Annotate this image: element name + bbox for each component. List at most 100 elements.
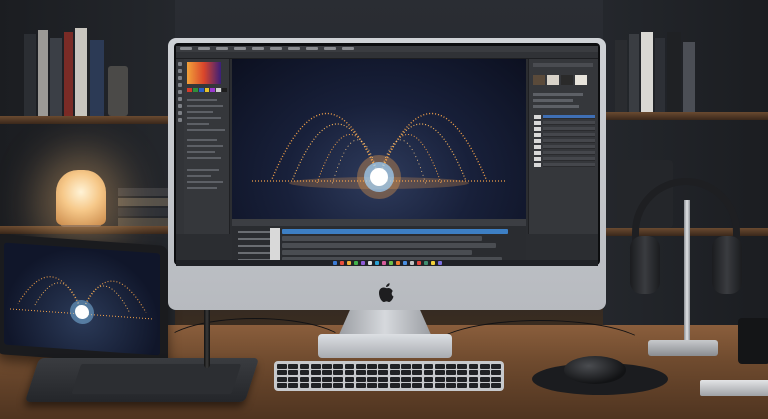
color-swatch[interactable]: [216, 88, 222, 92]
keyboard-key[interactable]: [412, 383, 423, 388]
taskbar-app-icon[interactable]: [409, 261, 414, 265]
keyboard-key[interactable]: [423, 370, 434, 376]
keyboard-key[interactable]: [322, 370, 332, 376]
keyboard-key[interactable]: [333, 383, 344, 388]
mouse[interactable]: [564, 356, 626, 384]
keyboard-key[interactable]: [468, 383, 479, 388]
keyboard-key[interactable]: [277, 376, 287, 382]
color-swatch[interactable]: [198, 88, 204, 92]
property-row[interactable]: [187, 105, 223, 107]
move-tool-icon[interactable]: [178, 62, 182, 66]
keyboard-key[interactable]: [333, 376, 344, 382]
text-tool-icon[interactable]: [178, 104, 182, 108]
keyboard-key[interactable]: [299, 370, 310, 376]
timeline-track[interactable]: [282, 236, 482, 241]
keyboard-key[interactable]: [378, 364, 389, 369]
keyboard-key[interactable]: [355, 370, 366, 376]
color-swatch[interactable]: [222, 88, 228, 92]
os-taskbar[interactable]: [176, 260, 598, 266]
keyboard-key[interactable]: [288, 370, 299, 376]
keyboard-key[interactable]: [310, 364, 321, 369]
keyboard-key[interactable]: [367, 364, 377, 369]
keyboard-key[interactable]: [434, 364, 445, 369]
keyboard-key[interactable]: [457, 364, 468, 369]
tool-strip[interactable]: [176, 59, 184, 234]
keyboard-key[interactable]: [378, 370, 389, 376]
keyboard-key[interactable]: [389, 383, 400, 388]
keyboard-key[interactable]: [344, 364, 355, 369]
keyboard-key[interactable]: [434, 370, 445, 376]
keyboard-key[interactable]: [401, 370, 411, 376]
color-swatch[interactable]: [187, 88, 192, 92]
property-row[interactable]: [187, 145, 223, 147]
keyboard-key[interactable]: [344, 383, 355, 388]
layer-row[interactable]: [534, 115, 595, 119]
keyboard-key[interactable]: [389, 364, 400, 369]
keyboard-key[interactable]: [446, 376, 456, 382]
keyboard-key[interactable]: [423, 376, 434, 382]
timeline-track[interactable]: [282, 250, 472, 255]
keyboard-key[interactable]: [434, 376, 445, 382]
menu-item[interactable]: [234, 47, 246, 50]
property-row[interactable]: [187, 117, 221, 119]
color-swatch[interactable]: [192, 88, 198, 92]
options-bar[interactable]: [176, 52, 598, 59]
menu-item[interactable]: [342, 47, 354, 50]
preset-thumbnail[interactable]: [547, 75, 559, 85]
eraser-tool-icon[interactable]: [178, 97, 182, 101]
drawing-pad[interactable]: [24, 358, 260, 402]
keyboard-key[interactable]: [344, 376, 355, 382]
keyboard-key[interactable]: [434, 383, 445, 388]
taskbar-app-icon[interactable]: [437, 261, 442, 265]
keyboard-key[interactable]: [479, 370, 490, 376]
keyboard-key[interactable]: [401, 364, 411, 369]
keyboard-key[interactable]: [423, 364, 434, 369]
render-canvas[interactable]: [232, 59, 526, 219]
property-row[interactable]: [187, 129, 225, 131]
keyboard-key[interactable]: [389, 370, 400, 376]
property-row[interactable]: [187, 169, 219, 171]
keyboard-key[interactable]: [310, 383, 321, 388]
keyboard-key[interactable]: [468, 364, 479, 369]
keyboard[interactable]: [274, 361, 504, 391]
keyboard-key[interactable]: [355, 364, 366, 369]
taskbar-app-icon[interactable]: [402, 261, 407, 265]
select-tool-icon[interactable]: [178, 69, 182, 73]
keyboard-key[interactable]: [412, 376, 423, 382]
menu-item[interactable]: [324, 47, 336, 50]
keyboard-key[interactable]: [299, 383, 310, 388]
keyboard-key[interactable]: [389, 376, 400, 382]
keyboard-key[interactable]: [378, 376, 389, 382]
taskbar-app-icon[interactable]: [430, 261, 435, 265]
timeline-track[interactable]: [282, 243, 496, 248]
taskbar-app-icon[interactable]: [353, 261, 358, 265]
keyboard-key[interactable]: [333, 364, 344, 369]
keyboard-key[interactable]: [344, 370, 355, 376]
keyboard-key[interactable]: [378, 383, 389, 388]
keyboard-key[interactable]: [491, 370, 501, 376]
keyboard-key[interactable]: [288, 364, 299, 369]
taskbar-app-icon[interactable]: [381, 261, 386, 265]
keyboard-key[interactable]: [333, 370, 344, 376]
taskbar-app-icon[interactable]: [346, 261, 351, 265]
property-row[interactable]: [187, 111, 213, 113]
preset-thumbnail[interactable]: [561, 75, 573, 85]
property-row[interactable]: [187, 181, 223, 183]
layer-row[interactable]: [534, 139, 595, 143]
layer-row[interactable]: [534, 127, 595, 131]
menu-item[interactable]: [306, 47, 318, 50]
menu-item[interactable]: [288, 47, 300, 50]
headphones-left-cup[interactable]: [630, 236, 660, 294]
menu-item[interactable]: [270, 47, 282, 50]
color-swatch[interactable]: [204, 88, 210, 92]
preset-thumbnail[interactable]: [575, 75, 587, 85]
headphones-right-cup[interactable]: [712, 236, 742, 294]
taskbar-app-icon[interactable]: [374, 261, 379, 265]
keyboard-key[interactable]: [322, 376, 332, 382]
keyboard-key[interactable]: [277, 364, 287, 369]
layer-row[interactable]: [534, 133, 595, 137]
property-row[interactable]: [187, 99, 217, 101]
drawing-pad-area[interactable]: [71, 364, 242, 394]
keyboard-key[interactable]: [491, 383, 501, 388]
property-row[interactable]: [187, 123, 209, 125]
